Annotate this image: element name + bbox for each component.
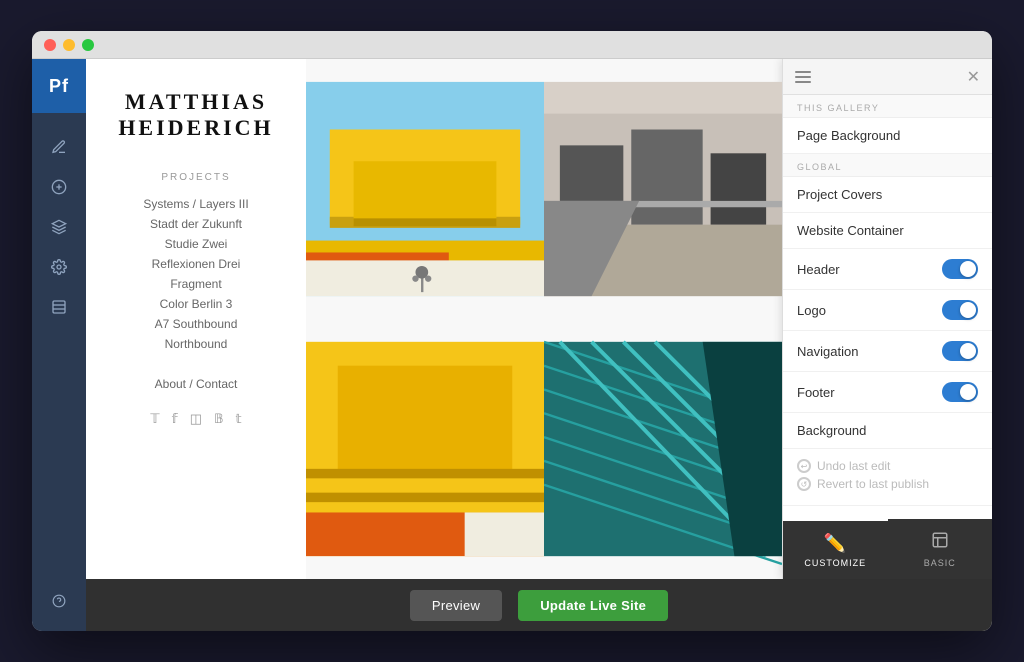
toolbar-icons [41,113,77,571]
site-social-icons: 𝕋 𝕗 ◫ 𝔹 𝕥 [150,411,241,427]
footer-item[interactable]: Footer [783,372,992,413]
page-background-item[interactable]: Page Background [783,118,992,154]
basic-icon [931,531,949,554]
app-logo: Pf [32,59,86,113]
photo-grid [306,59,782,579]
footer-toggle[interactable] [942,382,978,402]
preview-inner: MATTHIAS HEIDERICH PROJECTS Systems / La… [86,59,992,579]
header-item[interactable]: Header [783,249,992,290]
panel-close-button[interactable]: ✕ [967,67,980,87]
undo-last-edit[interactable]: ↩ Undo last edit [797,459,978,473]
panel-footer-tabs: ✏️ CUSTOMIZE BASIC [783,519,992,579]
update-live-site-button[interactable]: Update Live Site [518,590,668,621]
edit-icon[interactable] [41,129,77,165]
preview-bottom-bar: Preview Update Live Site [86,579,992,631]
instagram-icon[interactable]: ◫ [190,411,202,427]
site-sidebar: MATTHIAS HEIDERICH PROJECTS Systems / La… [86,59,306,579]
left-toolbar: Pf [32,59,86,631]
toolbar-bottom [41,571,77,631]
help-icon[interactable] [41,583,77,619]
layout-icon[interactable] [41,289,77,325]
twitter-icon[interactable]: 𝕋 [150,411,159,427]
background-item[interactable]: Background [783,413,992,449]
layers-icon[interactable] [41,209,77,245]
add-icon[interactable] [41,169,77,205]
website-container-item[interactable]: Website Container [783,213,992,249]
photo-yellow-building [306,59,544,319]
global-section-label: GLOBAL [783,154,992,177]
photo-yellow-bottom [306,319,544,579]
revert-to-last-publish[interactable]: ↺ Revert to last publish [797,477,978,491]
tab-customize[interactable]: ✏️ CUSTOMIZE [783,519,888,579]
minimize-button[interactable] [63,39,75,51]
site-nav-item[interactable]: Northbound [165,337,228,351]
hamburger-icon[interactable] [795,71,811,83]
tab-basic[interactable]: BASIC [888,519,993,579]
close-button[interactable] [44,39,56,51]
logo-toggle[interactable] [942,300,978,320]
behance-icon[interactable]: 𝔹 [214,411,224,427]
site-nav-title: PROJECTS [161,172,230,183]
navigation-toggle[interactable] [942,341,978,361]
site-nav-item[interactable]: Fragment [170,277,221,291]
site-nav-item[interactable]: Color Berlin 3 [160,297,233,311]
photo-bw-architecture [544,59,782,319]
site-nav-item[interactable]: Systems / Layers III [143,197,248,211]
this-gallery-section-label: THIS GALLERY [783,95,992,118]
settings-icon[interactable] [41,249,77,285]
photo-teal-architecture [544,319,782,579]
site-nav-item[interactable]: Stadt der Zukunft [150,217,242,231]
header-toggle[interactable] [942,259,978,279]
panel-body: THIS GALLERY Page Background GLOBAL Proj… [783,95,992,519]
site-nav-item[interactable]: Reflexionen Drei [152,257,241,271]
panel-titlebar: ✕ [783,59,992,95]
site-nav-item[interactable]: A7 Southbound [155,317,238,331]
titlebar [32,31,992,59]
side-panel: ✕ THIS GALLERY Page Background GLOBAL Pr… [782,59,992,579]
customize-icon: ✏️ [824,533,847,554]
website-preview: MATTHIAS HEIDERICH PROJECTS Systems / La… [86,59,992,631]
facebook-icon[interactable]: 𝕗 [172,411,178,427]
mac-window: Pf [32,31,992,631]
navigation-item[interactable]: Navigation [783,331,992,372]
tumblr-icon[interactable]: 𝕥 [236,411,242,427]
site-about-link[interactable]: About / Contact [155,377,238,391]
window-content: Pf [32,59,992,631]
site-logo: MATTHIAS HEIDERICH [118,89,273,142]
undo-section: ↩ Undo last edit ↺ Revert to last publis… [783,449,992,506]
site-nav-item[interactable]: Studie Zwei [165,237,228,251]
logo-item[interactable]: Logo [783,290,992,331]
maximize-button[interactable] [82,39,94,51]
project-covers-item[interactable]: Project Covers [783,177,992,213]
preview-button[interactable]: Preview [410,590,502,621]
